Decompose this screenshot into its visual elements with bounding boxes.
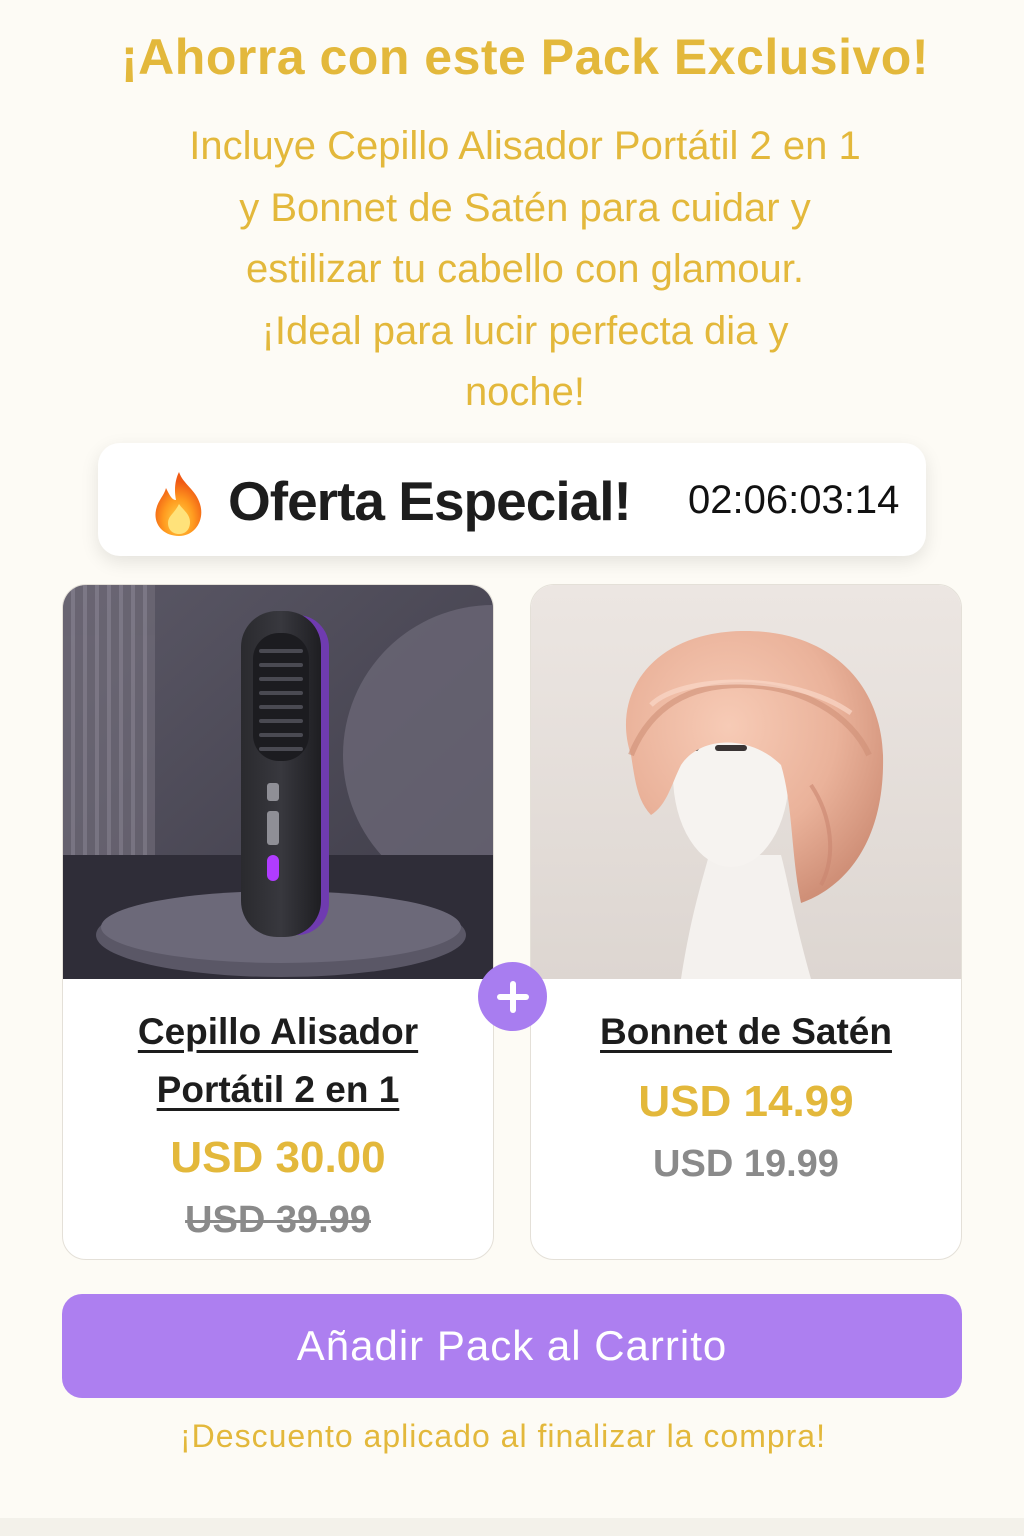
product-card-straightener[interactable]: Cepillo Alisador Portátil 2 en 1 USD 30.… bbox=[62, 584, 494, 1260]
product-card-bonnet[interactable]: Bonnet de Satén USD 14.99 USD 19.99 bbox=[530, 584, 962, 1260]
add-pack-to-cart-button[interactable]: Añadir Pack al Carrito bbox=[62, 1294, 962, 1398]
fire-icon bbox=[155, 472, 202, 536]
countdown-timer: 02:06:03:14 bbox=[688, 478, 900, 522]
hair-straightener-brush-image bbox=[63, 585, 493, 979]
satin-bonnet-image bbox=[531, 585, 961, 979]
plus-icon bbox=[478, 962, 547, 1031]
product-original-price-bonnet: USD 19.99 bbox=[653, 1143, 839, 1185]
discount-note: ¡Descuento aplicado al finalizar la comp… bbox=[180, 1418, 826, 1454]
product-price-straightener: USD 30.00 bbox=[170, 1133, 386, 1182]
page-footer-strip bbox=[0, 1518, 1024, 1536]
product-original-price-straightener: USD 39.99 bbox=[185, 1199, 371, 1241]
page-title: ¡Ahorra con este Pack Exclusivo! bbox=[121, 29, 929, 85]
product-name-bonnet[interactable]: Bonnet de Satén bbox=[531, 1003, 961, 1061]
product-price-bonnet: USD 14.99 bbox=[638, 1077, 854, 1126]
product-name-straightener[interactable]: Cepillo Alisador Portátil 2 en 1 bbox=[63, 1003, 493, 1119]
pack-description: Incluye Cepillo Alisador Portátil 2 en 1… bbox=[189, 124, 861, 414]
special-offer-label: Oferta Especial! bbox=[228, 470, 632, 532]
